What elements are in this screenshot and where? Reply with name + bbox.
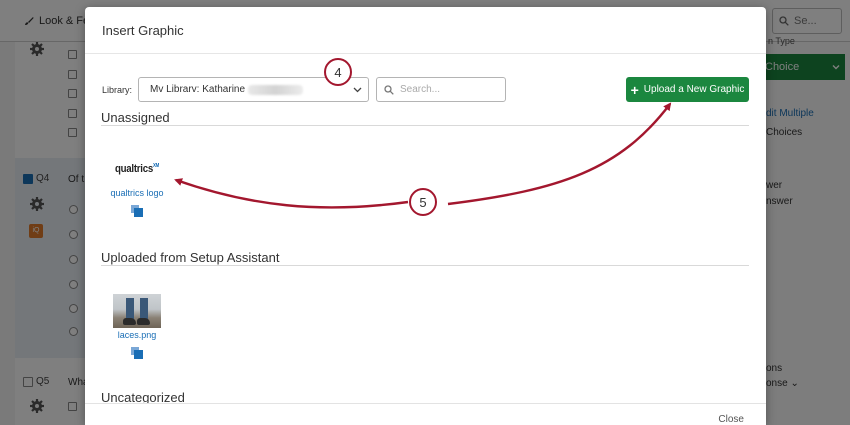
graphic-thumbnail-qualtrics-logo[interactable]: qualtricsXM <box>113 152 161 186</box>
qualtrics-logo-image: qualtricsXM <box>114 163 160 175</box>
copy-icon[interactable] <box>131 347 143 359</box>
graphic-search-input[interactable] <box>400 84 495 95</box>
upload-new-graphic-button[interactable]: + Upload a New Graphic <box>626 77 749 102</box>
copy-icon[interactable] <box>131 205 143 217</box>
library-label: Library: <box>102 85 133 95</box>
redacted-name-blur <box>248 84 304 95</box>
annotation-step-5-badge: 5 <box>409 188 437 216</box>
library-select-value: Mv Librarv: Katharine <box>150 84 246 95</box>
dialog-title: Insert Graphic <box>102 23 184 38</box>
graphic-name-link[interactable]: qualtrics logo <box>107 188 167 198</box>
boots-photo-thumbnail <box>113 294 161 328</box>
graphic-thumbnail-laces[interactable] <box>113 294 161 328</box>
graphic-tile[interactable]: laces.png <box>107 294 167 359</box>
chevron-down-icon <box>353 87 362 93</box>
section-divider <box>101 125 749 126</box>
upload-button-label: Upload a New Graphic <box>643 84 745 95</box>
graphic-search-box[interactable] <box>376 77 506 102</box>
annotation-step-4-badge: 4 <box>324 58 352 86</box>
section-divider <box>101 265 749 266</box>
graphic-name-link[interactable]: laces.png <box>107 330 167 340</box>
section-title-unassigned: Unassigned <box>101 110 170 125</box>
insert-graphic-dialog: Insert Graphic Library: Mv Librarv: Kath… <box>85 7 766 425</box>
graphic-tile[interactable]: qualtricsXM qualtrics logo <box>107 152 167 217</box>
section-title-setup-assistant: Uploaded from Setup Assistant <box>101 250 280 265</box>
close-button[interactable]: Close <box>718 414 744 425</box>
plus-icon: + <box>630 81 639 98</box>
dialog-footer: Close <box>85 403 766 425</box>
dialog-header: Insert Graphic <box>85 7 766 54</box>
search-icon <box>384 84 394 95</box>
